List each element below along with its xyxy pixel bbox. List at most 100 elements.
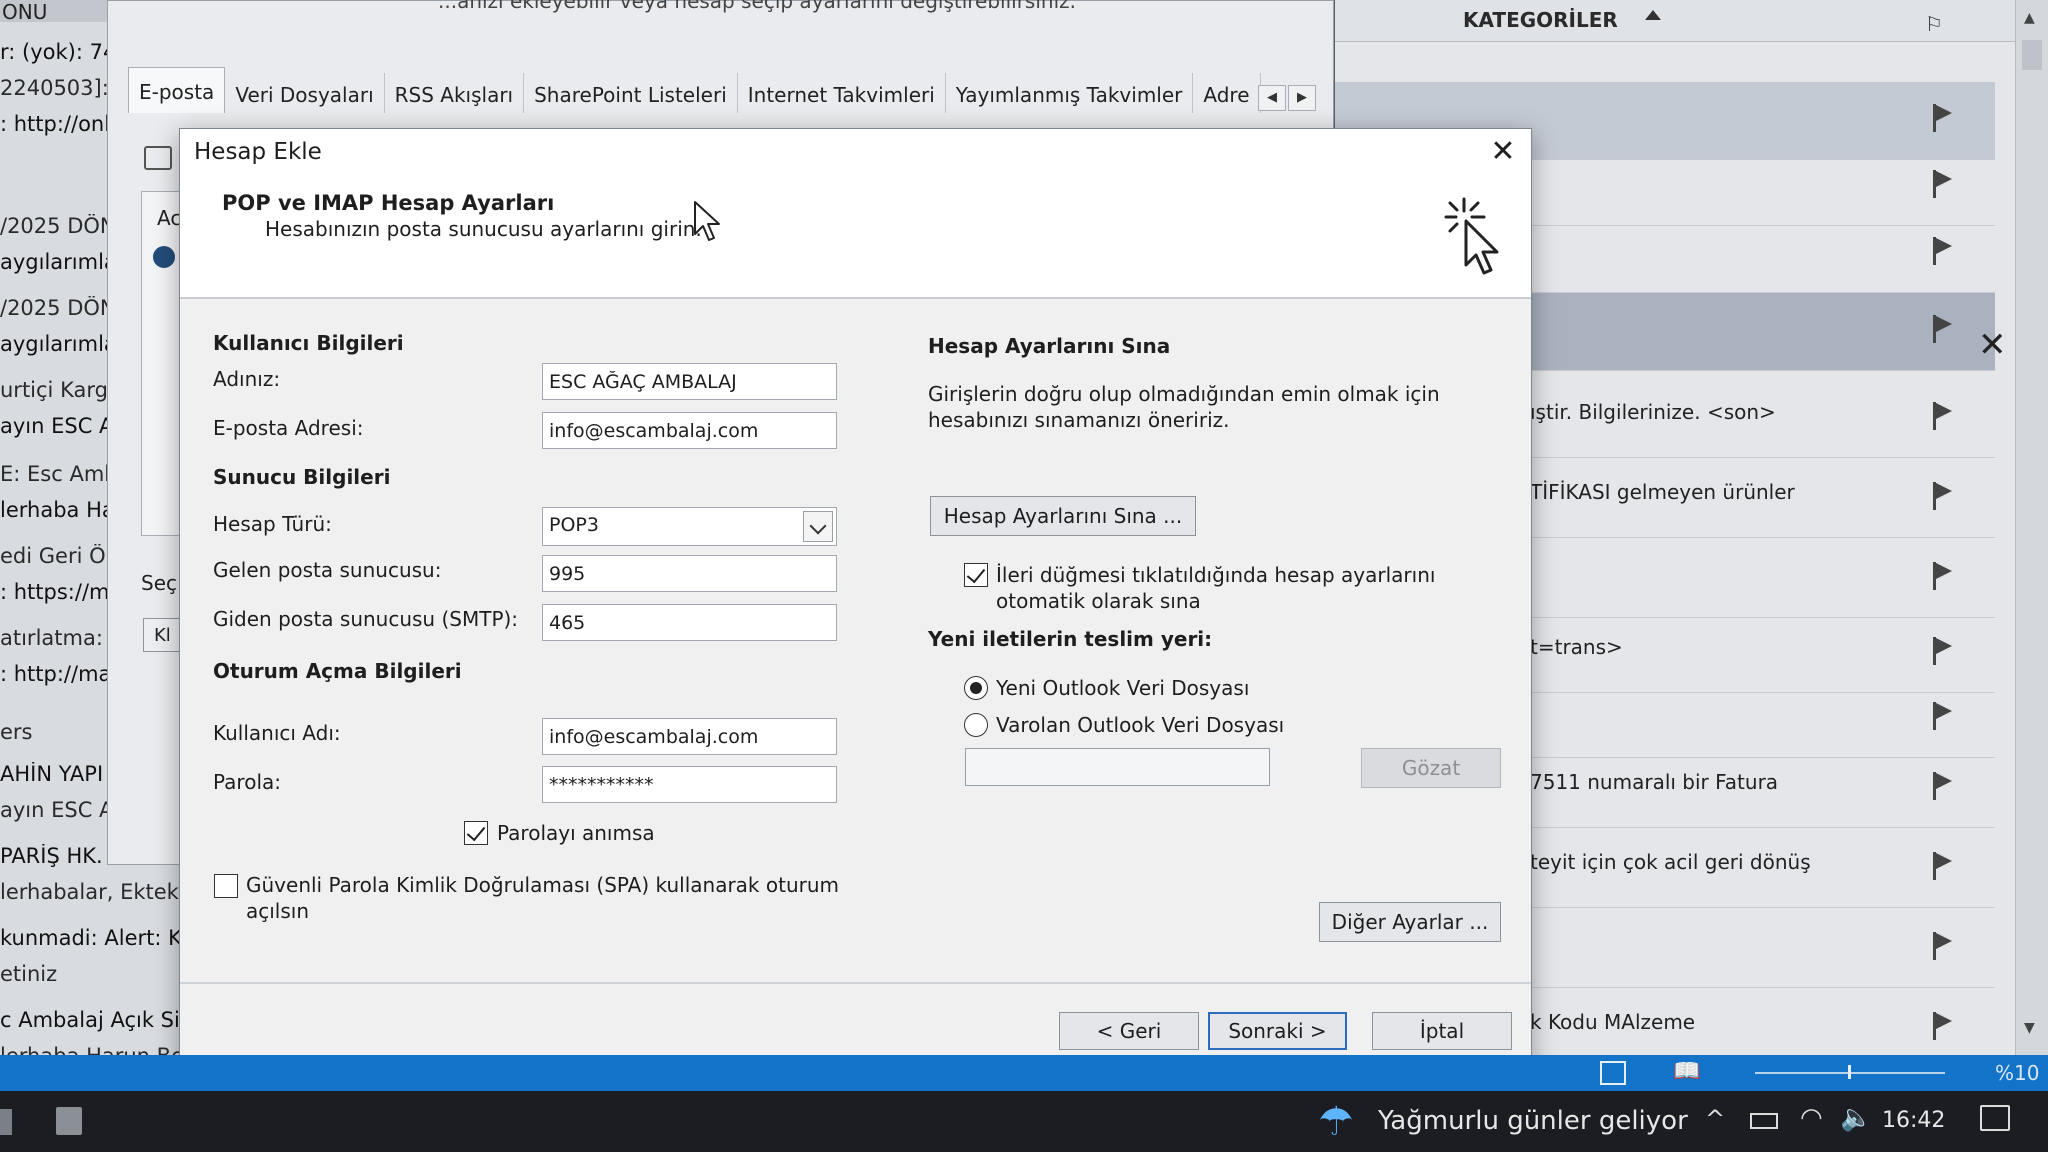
mail-list-item[interactable]: kunmadi: Alert: K: [0, 926, 185, 950]
email-input[interactable]: [542, 412, 837, 449]
close-button[interactable]: ✕: [1483, 135, 1523, 171]
chevron-down-icon[interactable]: [803, 511, 833, 542]
flag-icon[interactable]: [1933, 562, 1955, 590]
name-input[interactable]: [542, 363, 837, 400]
account-settings-tabs: E-posta Veri Dosyaları RSS Akışları SharePo…: [128, 67, 1261, 117]
taskbar-app-icon[interactable]: [0, 1109, 12, 1135]
battery-icon[interactable]: [1750, 1113, 1778, 1129]
weather-text[interactable]: Yağmurlu günler geliyor: [1378, 1106, 1688, 1136]
browse-button[interactable]: Gözat: [1361, 748, 1501, 788]
wizard-cursor-icon: [1444, 197, 1499, 275]
categories-header[interactable]: KATEGORİLER ⚐: [1335, 0, 2048, 42]
email-label: E-posta Adresi:: [213, 416, 364, 440]
flag-icon[interactable]: [1933, 237, 1955, 265]
dialog-titlebar: Hesap Ekle ✕: [180, 129, 1531, 175]
mail-row-preview: k Kodu MAlzeme: [1530, 1010, 1696, 1034]
flag-icon[interactable]: [1933, 637, 1955, 665]
scroll-thumb[interactable]: [2022, 40, 2042, 70]
auto-test-checkbox[interactable]: [964, 563, 988, 587]
spa-checkbox[interactable]: [214, 874, 238, 898]
tab-sharepoint-lists[interactable]: SharePoint Listeleri: [524, 73, 738, 113]
flag-icon[interactable]: [1933, 104, 1955, 132]
password-input[interactable]: [542, 766, 837, 803]
filter-flag-icon[interactable]: ⚐: [1925, 12, 1943, 36]
tab-scroll-right-icon[interactable]: ▶: [1288, 85, 1316, 111]
new-pst-radio[interactable]: [964, 676, 988, 700]
dialog-header: POP ve IMAP Hesap Ayarları Hesabınızın p…: [180, 175, 1531, 299]
vertical-scrollbar[interactable]: ▲ ▼: [2015, 0, 2048, 1060]
logon-info-title: Oturum Açma Bilgileri: [213, 659, 462, 683]
next-button[interactable]: Sonraki >: [1208, 1012, 1347, 1050]
mail-list-item[interactable]: etiniz: [0, 962, 185, 986]
dialog-body: Kullanıcı Bilgileri Adınız: E-posta Adre…: [180, 301, 1531, 981]
more-settings-button[interactable]: Diğer Ayarlar ...: [1319, 902, 1501, 942]
flag-icon[interactable]: [1933, 932, 1955, 960]
test-account-settings-button[interactable]: Hesap Ayarlarını Sına ...: [930, 496, 1196, 536]
scroll-down-icon[interactable]: ▼: [2024, 1020, 2035, 1036]
flag-icon[interactable]: [1933, 772, 1955, 800]
test-settings-description: Girişlerin doğru olup olmadığından emin …: [928, 382, 1440, 432]
zoom-level[interactable]: %10: [1995, 1061, 2039, 1085]
server-info-title: Sunucu Bilgileri: [213, 465, 391, 489]
existing-pst-path-input[interactable]: [965, 748, 1270, 786]
tab-internet-calendars[interactable]: Internet Takvimleri: [738, 73, 946, 113]
auto-test-label: İleri düğmesi tıklatıldığında hesap ayar…: [996, 563, 1436, 613]
weather-umbrella-icon[interactable]: ☂: [1318, 1099, 1354, 1145]
tab-email[interactable]: E-posta: [128, 67, 226, 113]
tab-data-files[interactable]: Veri Dosyaları: [225, 73, 385, 113]
flag-icon[interactable]: [1933, 482, 1955, 510]
username-input[interactable]: [542, 718, 837, 755]
normal-view-icon[interactable]: [1600, 1061, 1626, 1085]
remember-password-label: Parolayı anımsa: [497, 821, 655, 845]
flag-icon[interactable]: [1933, 702, 1955, 730]
default-account-check-icon: [153, 246, 175, 268]
account-list-panel: [141, 191, 181, 536]
password-label: Parola:: [213, 770, 281, 794]
flag-icon[interactable]: [1933, 170, 1955, 198]
tab-scroll-left-icon[interactable]: ◀: [1258, 85, 1286, 111]
chevron-up-icon[interactable]: ^: [1705, 1105, 1725, 1133]
new-mail-icon[interactable]: [144, 146, 172, 170]
taskbar-notepad-icon[interactable]: [56, 1107, 82, 1135]
mail-row-preview: ıştir. Bilgilerinize. <son>: [1530, 400, 1776, 424]
scroll-up-icon[interactable]: ▲: [2024, 10, 2035, 26]
outgoing-server-input[interactable]: [542, 604, 837, 641]
wifi-icon[interactable]: ◠: [1800, 1103, 1823, 1133]
flag-icon[interactable]: [1933, 852, 1955, 880]
dialog-subheading: Hesabınızın posta sunucusu ayarlarını gi…: [265, 217, 702, 241]
sort-ascending-icon[interactable]: [1645, 10, 1661, 20]
name-label: Adınız:: [213, 367, 281, 391]
windows-taskbar: ☂ Yağmurlu günler geliyor ^ ◠ 🔈 16:42: [0, 1091, 2048, 1152]
dialog-footer-divider: [180, 982, 1531, 984]
flag-icon[interactable]: [1933, 402, 1955, 430]
mail-row-preview: 7511 numaralı bir Fatura: [1530, 770, 1779, 794]
account-type-value: POP3: [549, 514, 599, 536]
tab-published-calendars[interactable]: Yayımlanmış Takvimler: [946, 73, 1194, 113]
add-account-dialog: Hesap Ekle ✕ POP ve IMAP Hesap Ayarları …: [179, 128, 1532, 1078]
flag-icon[interactable]: [1933, 315, 1955, 343]
mail-list-item[interactable]: lerhabalar, Ektek: [0, 880, 185, 904]
zoom-slider-thumb[interactable]: [1848, 1065, 1851, 1079]
tab-address-books[interactable]: Adre: [1193, 73, 1261, 113]
mail-row-preview: teyit için çok acil geri dönüş: [1530, 850, 1811, 874]
mail-row-preview: t=trans>: [1530, 635, 1623, 659]
tab-rss-feeds[interactable]: RSS Akışları: [385, 73, 525, 113]
mail-list-item[interactable]: c Ambalaj Açık Si: [0, 1008, 185, 1032]
taskbar-clock[interactable]: 16:42: [1882, 1108, 1945, 1133]
flag-icon[interactable]: [1933, 1012, 1955, 1040]
existing-pst-radio[interactable]: [964, 713, 988, 737]
account-action-button[interactable]: Kl: [143, 618, 183, 652]
account-type-select[interactable]: POP3: [542, 507, 837, 546]
volume-icon[interactable]: 🔈: [1840, 1103, 1872, 1133]
existing-pst-label: Varolan Outlook Veri Dosyası: [996, 713, 1285, 737]
account-type-label: Hesap Türü:: [213, 512, 332, 536]
reading-view-icon[interactable]: 📖: [1673, 1059, 1700, 1084]
delete-icon[interactable]: ✕: [1978, 325, 2007, 365]
remember-password-checkbox[interactable]: [464, 821, 488, 845]
username-label: Kullanıcı Adı:: [213, 721, 341, 745]
back-button[interactable]: < Geri: [1059, 1012, 1199, 1050]
account-settings-instructions: ...anızı ekleyebilir veya hesap seçip ay…: [438, 0, 1076, 13]
notification-center-icon[interactable]: [1980, 1105, 2010, 1131]
incoming-server-input[interactable]: [542, 555, 837, 592]
cancel-button[interactable]: İptal: [1372, 1012, 1512, 1050]
